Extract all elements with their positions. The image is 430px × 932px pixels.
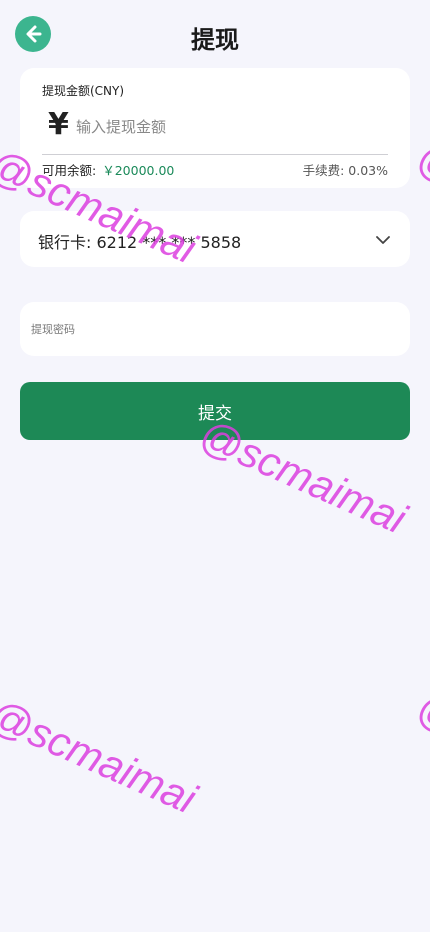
balance-value: ￥20000.00 [102, 163, 175, 178]
page-title: 提现 [191, 26, 239, 54]
chevron-down-icon [376, 236, 390, 244]
balance-label: 可用余额: [42, 163, 97, 178]
amount-card: 提现金额(CNY) ¥ 可用余额: ￥20000.00 手续费: 0.03% [20, 68, 410, 188]
watermark-edge: @ [410, 683, 430, 744]
balance-info: 可用余额: ￥20000.00 [42, 160, 174, 179]
bank-card-selector[interactable]: 银行卡: 6212 *** *** 5858 [20, 211, 410, 267]
bank-card-text: 银行卡: 6212 *** *** 5858 [38, 233, 242, 252]
password-card [20, 302, 410, 356]
amount-input[interactable] [76, 114, 386, 140]
password-input[interactable] [31, 318, 391, 340]
watermark: @scmaimai [0, 690, 203, 823]
watermark-edge: @ [410, 133, 430, 194]
fee-text: 手续费: 0.03% [302, 163, 388, 178]
yen-icon: ¥ [48, 107, 69, 142]
submit-button[interactable]: 提交 [20, 382, 410, 440]
amount-label: 提现金额(CNY) [42, 84, 125, 98]
divider [42, 154, 388, 155]
header: 提现 [0, 0, 430, 70]
